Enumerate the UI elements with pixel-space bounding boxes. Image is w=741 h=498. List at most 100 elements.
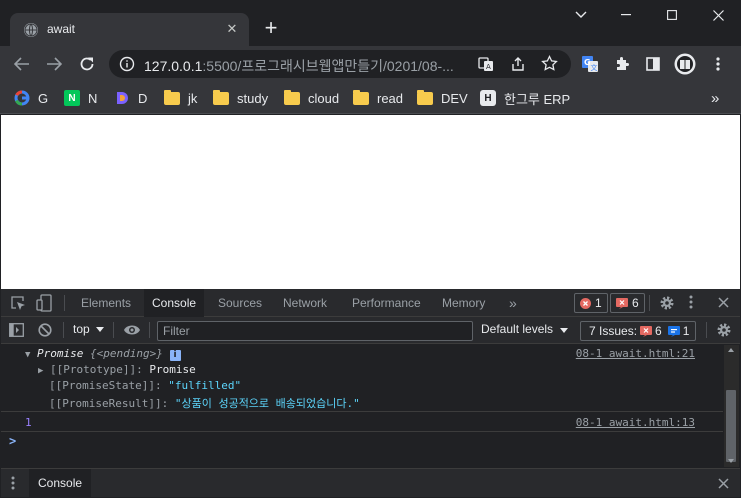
clear-console-button[interactable]	[38, 323, 52, 340]
scroll-down-icon[interactable]	[728, 459, 734, 463]
gear-icon	[660, 296, 674, 310]
devtools-panel: Elements Console Sources Network Perform…	[1, 289, 740, 498]
issue-counter[interactable]: 6	[610, 293, 645, 313]
google-translate-extension[interactable]: G文	[580, 54, 600, 74]
bookmark-star-icon[interactable]	[541, 55, 558, 72]
close-devtools-button[interactable]	[718, 297, 729, 311]
tab-title: await	[47, 22, 76, 36]
tab-performance[interactable]: Performance	[344, 289, 429, 317]
svg-text:A: A	[486, 63, 491, 71]
tab-search-button[interactable]	[558, 0, 604, 30]
bookmark-folder-dev[interactable]: DEV	[417, 89, 468, 107]
bookmarks-overflow-button[interactable]: »	[711, 89, 719, 107]
avatar	[674, 53, 696, 75]
tab-sources[interactable]: Sources	[210, 289, 270, 317]
bookmark-label: N	[88, 90, 98, 106]
close-drawer-button[interactable]	[718, 478, 729, 492]
extensions-button[interactable]	[612, 54, 632, 74]
scroll-thumb[interactable]	[726, 390, 736, 462]
naver-icon: N	[64, 90, 80, 106]
devtools-menu-button[interactable]	[689, 295, 693, 312]
settings-button[interactable]	[659, 295, 675, 314]
bookmark-label: read	[377, 90, 404, 106]
tab-elements[interactable]: Elements	[73, 289, 139, 317]
log-levels-dropdown[interactable]: Default levels	[481, 322, 569, 336]
maximize-button[interactable]	[649, 0, 695, 30]
error-count: 1	[595, 296, 602, 310]
promise-label: Promise	[37, 347, 84, 360]
tab-memory[interactable]: Memory	[434, 289, 493, 317]
drawer-tab-console[interactable]: Console	[29, 469, 92, 498]
console-output[interactable]: ▼ Promise {<pending>} i 08-1 await.html:…	[1, 345, 723, 467]
bookmark-d[interactable]: D	[114, 89, 147, 107]
bookmark-label: G	[38, 90, 49, 106]
prototype-row[interactable]: ▶ [[Prototype]]: Promise	[38, 363, 196, 376]
console-scrollbar[interactable]	[724, 345, 739, 467]
browser-tab[interactable]: await ✕	[10, 13, 249, 46]
close-tab-icon[interactable]: ✕	[223, 20, 241, 38]
result-value: "상품이 성공적으로 배송되었습니다."	[174, 397, 360, 410]
bookmark-google[interactable]: G	[14, 89, 48, 107]
close-icon	[718, 297, 729, 308]
bookmark-label: D	[138, 90, 148, 106]
page-viewport[interactable]	[1, 115, 740, 289]
minimize-button[interactable]	[603, 0, 649, 30]
google-icon	[14, 90, 30, 106]
bookmark-folder-study[interactable]: study	[213, 89, 268, 107]
divider	[706, 322, 707, 338]
state-key: [[PromiseState]]	[49, 379, 155, 392]
bookmark-naver[interactable]: N N	[64, 89, 97, 107]
bookmark-folder-cloud[interactable]: cloud	[284, 89, 339, 107]
issue-error-icon	[616, 297, 628, 309]
bookmark-erp[interactable]: H 한그루 ERP	[480, 89, 570, 107]
profile-button[interactable]	[674, 53, 696, 75]
folder-icon	[213, 89, 229, 106]
url-text[interactable]: 127.0.0.1:5500/프로그래시브웹앱만들기/0201/08-...	[144, 56, 454, 76]
info-icon[interactable]	[119, 56, 135, 72]
scroll-up-icon[interactable]	[728, 348, 734, 352]
maximize-icon	[667, 10, 677, 20]
info-icon[interactable]: i	[169, 350, 181, 361]
side-panel-button[interactable]	[643, 54, 663, 74]
address-bar[interactable]: 127.0.0.1:5500/프로그래시브웹앱만들기/0201/08-... A	[109, 50, 571, 78]
h-icon: H	[480, 90, 496, 106]
drawer-menu-button[interactable]	[11, 476, 15, 493]
filter-input[interactable]: Filter	[157, 321, 473, 341]
forward-button[interactable]	[44, 54, 64, 74]
more-vert-icon	[689, 295, 693, 309]
d-icon	[114, 90, 130, 106]
close-window-button[interactable]	[695, 0, 741, 30]
svg-text:文: 文	[591, 63, 598, 72]
inspect-element-button[interactable]	[10, 295, 26, 314]
reload-button[interactable]	[77, 54, 97, 74]
promise-state-row: [[PromiseState]]: "fulfilled"	[49, 379, 242, 392]
translate-icon[interactable]: A	[478, 56, 494, 72]
bookmark-folder-jk[interactable]: jk	[164, 89, 197, 107]
issues-button[interactable]: 7 Issues: 6 1	[580, 321, 696, 341]
sidebar-toggle-button[interactable]	[9, 323, 24, 340]
device-icon	[36, 294, 52, 312]
source-link[interactable]: 08-1 await.html:21	[576, 347, 695, 360]
new-tab-button[interactable]: +	[260, 17, 282, 40]
error-counter[interactable]: 1	[574, 293, 608, 313]
console-entry-promise[interactable]: ▼ Promise {<pending>} i	[25, 347, 181, 361]
context-selector[interactable]: top	[73, 322, 104, 336]
levels-label: Default levels	[481, 322, 554, 336]
bookmark-folder-read[interactable]: read	[353, 89, 403, 107]
devtools-drawer: Console	[1, 468, 740, 498]
caret-down-icon	[560, 328, 569, 333]
tab-console[interactable]: Console	[144, 289, 205, 317]
menu-button[interactable]	[708, 54, 728, 74]
tab-network[interactable]: Network	[275, 289, 335, 317]
more-tabs-button[interactable]: »	[501, 289, 525, 317]
live-expression-button[interactable]	[123, 323, 141, 340]
console-prompt[interactable]: >	[9, 434, 16, 448]
console-settings-button[interactable]	[716, 322, 732, 341]
source-link[interactable]: 08-1 await.html:13	[576, 416, 695, 429]
gear-icon	[717, 323, 731, 337]
close-icon	[712, 9, 724, 21]
console-toolbar: top Filter Default levels 7 Issues: 6 1	[1, 317, 740, 344]
device-toolbar-button[interactable]	[36, 294, 52, 315]
share-icon[interactable]	[510, 56, 526, 72]
back-button[interactable]	[12, 54, 32, 74]
